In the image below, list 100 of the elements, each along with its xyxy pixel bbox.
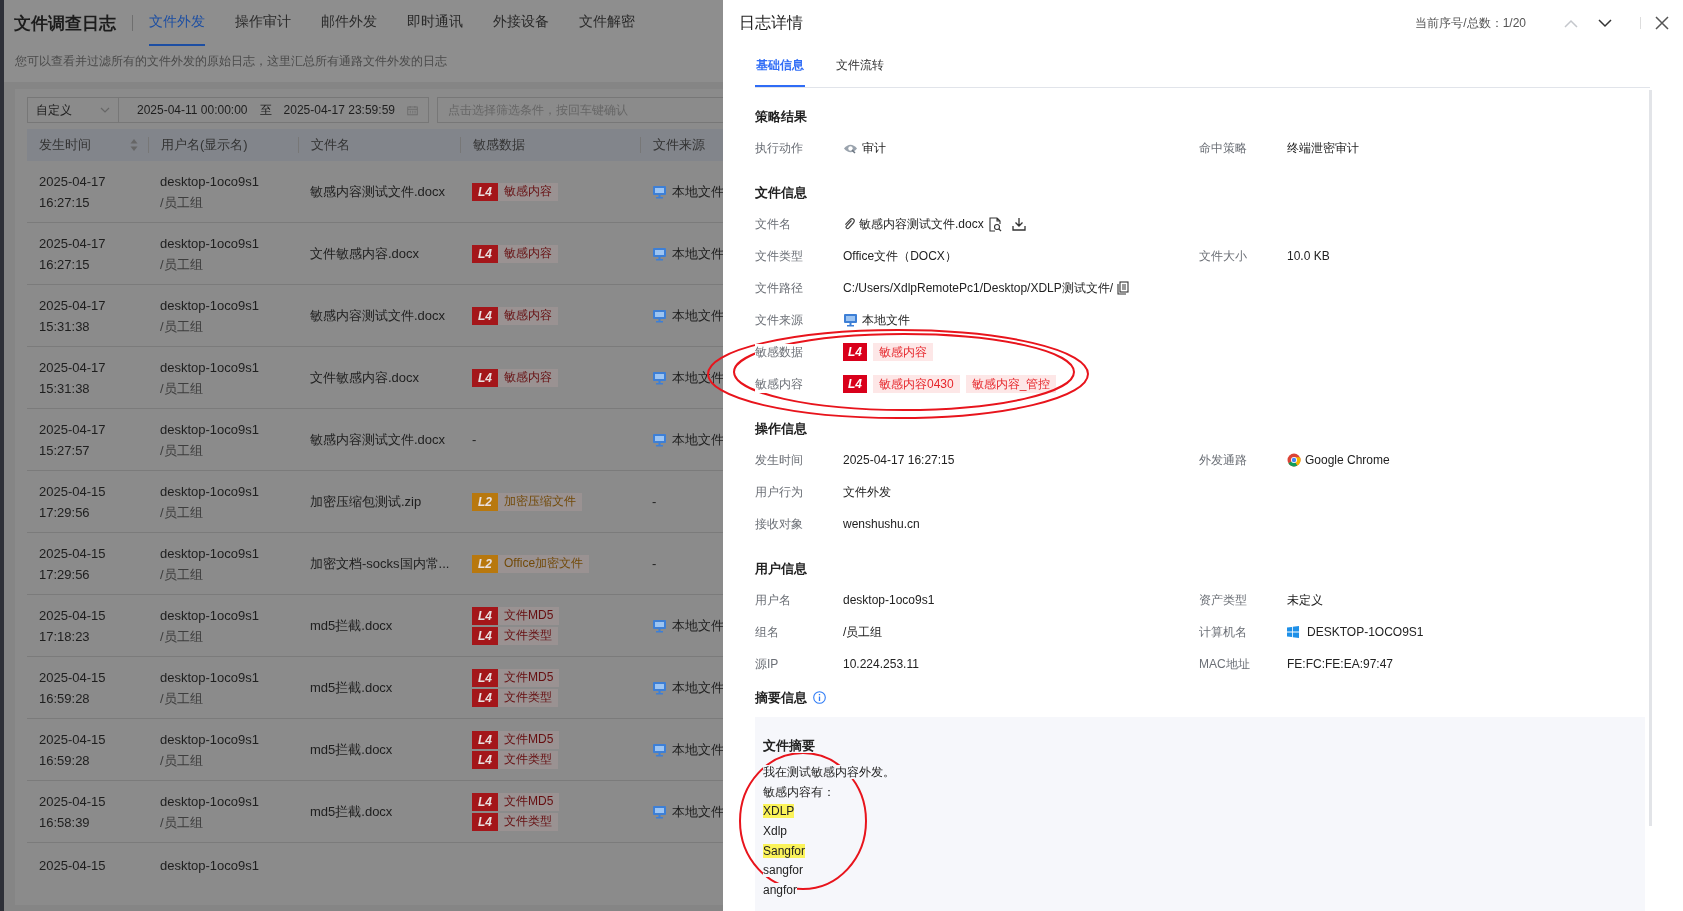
table-cell: 本地文件 (672, 802, 723, 821)
sensitivity-tag: L4 敏感内容 (472, 306, 558, 325)
detail-tab[interactable]: 基础信息 (755, 46, 805, 87)
field-label: 源IP (755, 655, 779, 673)
date-range-field[interactable]: 2025-04-11 00:00:00 至 2025-04-17 23:59:59 (119, 97, 429, 123)
table-cell-text: desktop-1oco9s1 (160, 482, 260, 500)
section-title: 文件信息 (755, 184, 807, 202)
field-value: 2025-04-17 16:27:15 (843, 453, 955, 467)
field-label: 计算机名 (1199, 623, 1247, 641)
field-value: 10.0 KB (1287, 249, 1330, 263)
sensitivity-tag: L4 文件MD5 (472, 792, 560, 811)
nav-tab[interactable]: 邮件外发 (321, 0, 377, 46)
field-label: 发生时间 (755, 451, 803, 469)
table-cell-text: 2025-04-17 (39, 420, 107, 438)
highlighted-text: Sangfor (763, 843, 806, 858)
table-cell: 本地文件 (672, 430, 723, 449)
table-cell-text: md5拦截.docx (310, 678, 394, 697)
table-cell-text: 17:29:56 (39, 565, 91, 583)
field-label: 敏感数据 (755, 343, 803, 361)
table-cell-text: /员工组 (160, 627, 204, 645)
field-label: 外发通路 (1199, 451, 1247, 469)
table-cell-text: /员工组 (160, 317, 204, 335)
table-cell-text: desktop-1oco9s1 (160, 668, 260, 686)
field-label: 接收对象 (755, 515, 803, 533)
table-cell-text: 16:58:39 (39, 813, 91, 831)
level-badge: L4 (843, 343, 867, 361)
table-cell-text: 16:27:15 (39, 193, 91, 211)
field-label: 组名 (755, 623, 779, 641)
detail-tab[interactable]: 文件流转 (835, 46, 885, 87)
table-cell-text: 加密压缩包测试.zip (310, 492, 423, 511)
summary-title: 文件摘要 (763, 738, 815, 753)
table-cell-text: /员工组 (160, 565, 204, 583)
table-cell-text: /员工组 (160, 255, 204, 273)
table-cell-text: 2025-04-15 (39, 606, 107, 624)
sensitive-tag: 敏感内容0430 (873, 375, 960, 393)
sensitivity-tag: L4 敏感内容 (472, 368, 558, 387)
table-cell-text: /员工组 (160, 379, 204, 397)
table-cell-text: 加密文档-socks国内常... (310, 554, 451, 573)
sensitivity-tag: L4 文件类型 (472, 750, 558, 769)
table-cell: 本地文件 (672, 182, 723, 201)
table-cell: - (652, 494, 657, 509)
section-title: 操作信息 (755, 420, 807, 438)
table-cell-text: md5拦截.docx (310, 740, 394, 759)
field-label: 文件类型 (755, 247, 803, 265)
sensitive-tag: 敏感内容_管控 (965, 375, 1057, 393)
nav-tab[interactable]: 外接设备 (493, 0, 549, 46)
nav-tab[interactable]: 即时通讯 (407, 0, 463, 46)
field-label: 资产类型 (1199, 591, 1247, 609)
sensitivity-tag: L4 文件类型 (472, 812, 558, 831)
table-cell-text: 文件敏感内容.docx (310, 244, 421, 263)
table-cell: 本地文件 (672, 306, 723, 325)
table-cell-text: 2025-04-17 (39, 358, 107, 376)
sensitivity-tag: L2 Office加密文件 (472, 554, 590, 573)
field-label: 文件路径 (755, 279, 803, 297)
field-label: 执行动作 (755, 139, 803, 157)
table-cell-text: desktop-1oco9s1 (160, 296, 260, 314)
field-value: 文件外发 (843, 483, 891, 501)
table-cell-text: /员工组 (160, 503, 204, 521)
field-value: 敏感内容测试文件.docx (859, 215, 984, 233)
field-label: 文件来源 (755, 311, 803, 329)
level-badge: L4 (843, 375, 867, 393)
table-cell-text: md5拦截.docx (310, 802, 394, 821)
page-description: 您可以查看并过滤所有的文件外发的原始日志，这里汇总所有通路文件外发的日志 (15, 54, 447, 68)
section-title: 摘要信息 (755, 688, 807, 707)
highlighted-text: XDLP (763, 804, 795, 819)
sensitivity-tag: L4 文件类型 (472, 626, 558, 645)
column-header: 文件名 (311, 136, 350, 154)
field-value: FE:FC:FE:EA:97:47 (1287, 657, 1394, 671)
table-cell-text: 15:31:38 (39, 379, 91, 397)
field-value: Google Chrome (1305, 453, 1390, 467)
column-header: 用户名(显示名) (161, 136, 248, 154)
field-value: 终端泄密审计 (1287, 139, 1359, 157)
field-value: 未定义 (1287, 591, 1323, 609)
table-cell-text: 16:59:28 (39, 751, 91, 769)
table-cell-text: 17:18:23 (39, 627, 91, 645)
section-title: 用户信息 (755, 560, 807, 578)
table-cell-text: /员工组 (160, 689, 204, 707)
table-cell-text: 敏感内容测试文件.docx (310, 306, 447, 325)
column-header: 敏感数据 (473, 136, 525, 154)
table-cell-text: 2025-04-15 (39, 668, 107, 686)
table-cell-text: desktop-1oco9s1 (160, 544, 260, 562)
table-cell-text: 2025-04-15 (39, 857, 107, 874)
table-cell-text: 2025-04-17 (39, 172, 107, 190)
section-title: 策略结果 (755, 108, 807, 126)
field-value: desktop-1oco9s1 (843, 593, 935, 607)
table-cell-text: desktop-1oco9s1 (160, 730, 260, 748)
nav-tab[interactable]: 文件解密 (579, 0, 635, 46)
table-cell-text: desktop-1oco9s1 (160, 606, 260, 624)
table-cell-text: /员工组 (160, 751, 204, 769)
column-header: 文件来源 (653, 136, 705, 154)
field-label: 文件大小 (1199, 247, 1247, 265)
table-cell-text: 15:31:38 (39, 317, 91, 335)
table-cell: 本地文件 (672, 740, 723, 759)
table-cell-text: desktop-1oco9s1 (160, 358, 260, 376)
range-preset-dropdown[interactable]: 自定义 (27, 97, 119, 123)
nav-tab[interactable]: 操作审计 (235, 0, 291, 46)
sensitivity-tag: L2 加密压缩文件 (472, 492, 582, 511)
table-cell-text: 16:59:28 (39, 689, 91, 707)
sensitivity-tag: L4 文件MD5 (472, 730, 560, 749)
table-cell: 本地文件 (672, 678, 723, 697)
